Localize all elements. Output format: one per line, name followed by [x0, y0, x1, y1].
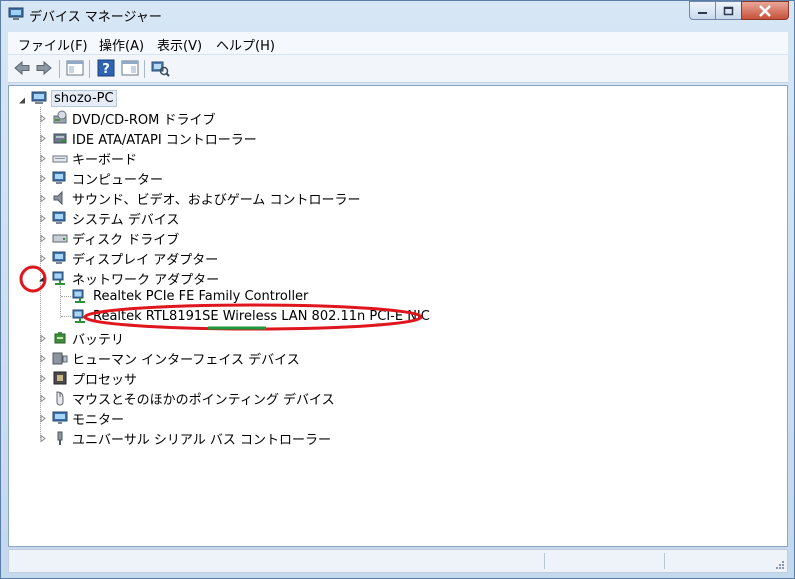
device-manager-window: デバイス マネージャー ファイル(F) 操作(A) 表示(V) ヘルプ(H) ?… [0, 0, 795, 579]
maximize-icon [723, 6, 734, 15]
minimize-button[interactable] [689, 1, 716, 20]
help-icon[interactable]: ? [96, 58, 116, 78]
close-icon [759, 4, 771, 17]
status-bar [8, 549, 788, 573]
red-ellipse-device-annotation [83, 303, 423, 331]
svg-text:?: ? [102, 62, 110, 77]
device-manager-app-icon [8, 7, 24, 20]
toolbar-separator [59, 60, 60, 78]
window-title: デバイス マネージャー [29, 10, 162, 25]
resize-grip-icon[interactable] [775, 560, 785, 570]
device-tree: shozo-PC Realtek PCIe FE Family Controll… [8, 85, 788, 547]
close-button[interactable] [741, 1, 789, 20]
status-separator [544, 553, 545, 569]
scan-hardware-changes-icon[interactable] [150, 58, 170, 78]
back-arrow-icon[interactable] [12, 58, 32, 78]
properties-icon[interactable] [120, 58, 140, 78]
menu-help[interactable]: ヘルプ(H) [216, 35, 275, 54]
title-bar[interactable]: デバイス マネージャー [1, 1, 794, 29]
red-circle-expander-annotation [19, 265, 47, 293]
toolbar-separator [89, 60, 90, 78]
menu-action[interactable]: 操作(A) [99, 35, 144, 54]
annotation-overlay [19, 265, 423, 331]
forward-arrow-icon[interactable] [34, 58, 54, 78]
toolbar-separator [144, 60, 145, 78]
maximize-button[interactable] [715, 1, 742, 20]
menu-view[interactable]: 表示(V) [157, 35, 202, 54]
status-separator [664, 553, 665, 569]
menu-file[interactable]: ファイル(F) [18, 35, 88, 54]
show-hide-console-tree-icon[interactable] [65, 58, 85, 78]
menu-bar: ファイル(F) 操作(A) 表示(V) ヘルプ(H) [8, 32, 788, 54]
minimize-icon [698, 11, 707, 14]
toolbar: ? [8, 55, 788, 83]
